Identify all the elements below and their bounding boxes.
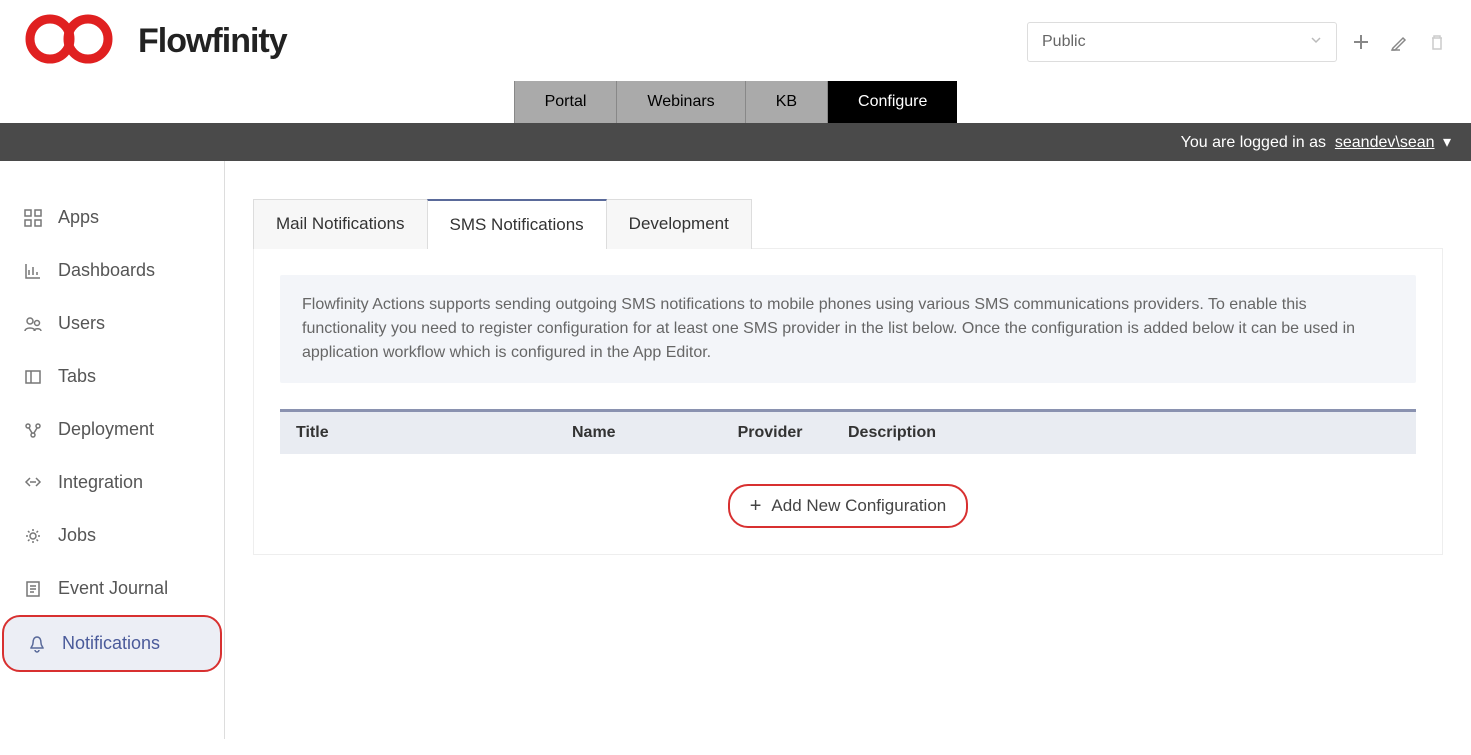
integration-icon: [24, 474, 42, 492]
tabs: Mail Notifications SMS Notifications Dev…: [253, 199, 1443, 249]
visibility-select[interactable]: Public: [1027, 22, 1337, 62]
user-menu[interactable]: seandev\sean: [1335, 134, 1435, 151]
topnav-kb[interactable]: KB: [746, 81, 828, 123]
chart-icon: [24, 262, 42, 280]
select-value: Public: [1042, 33, 1086, 51]
logo-text: Flowfinity: [138, 22, 287, 61]
sidebar-item-tabs[interactable]: Tabs: [0, 350, 224, 403]
sidebar-item-jobs[interactable]: Jobs: [0, 509, 224, 562]
sidebar-label: Dashboards: [58, 260, 155, 281]
apps-icon: [24, 209, 42, 227]
topnav-webinars[interactable]: Webinars: [617, 81, 745, 123]
tab-sms-notifications[interactable]: SMS Notifications: [427, 199, 607, 249]
users-icon: [24, 315, 42, 333]
sidebar-item-event-journal[interactable]: Event Journal: [0, 562, 224, 615]
topnav-portal[interactable]: Portal: [514, 81, 618, 123]
content: Mail Notifications SMS Notifications Dev…: [225, 161, 1471, 739]
userbar-text: You are logged in as: [1181, 134, 1326, 151]
tab-development[interactable]: Development: [606, 199, 752, 249]
sidebar-label: Event Journal: [58, 578, 168, 599]
config-table: Title Name Provider Description: [280, 409, 1416, 454]
topnav-configure[interactable]: Configure: [828, 81, 957, 123]
header: Flowfinity Public: [0, 0, 1471, 69]
delete-icon-button[interactable]: [1423, 28, 1451, 56]
chevron-down-icon: ▾: [1443, 134, 1451, 151]
sidebar-label: Notifications: [62, 633, 160, 654]
sidebar-item-dashboards[interactable]: Dashboards: [0, 244, 224, 297]
add-icon-button[interactable]: [1347, 28, 1375, 56]
table-header: Title Name Provider Description: [280, 409, 1416, 454]
add-configuration-button[interactable]: + Add New Configuration: [728, 484, 969, 528]
bell-icon: [28, 635, 46, 653]
sidebar-label: Tabs: [58, 366, 96, 387]
sidebar-item-notifications[interactable]: Notifications: [2, 615, 222, 672]
col-provider: Provider: [738, 424, 848, 442]
actions: + Add New Configuration: [280, 484, 1416, 528]
tab-mail-notifications[interactable]: Mail Notifications: [253, 199, 428, 249]
journal-icon: [24, 580, 42, 598]
edit-icon-button[interactable]: [1385, 28, 1413, 56]
col-name: Name: [572, 424, 738, 442]
sidebar-item-apps[interactable]: Apps: [0, 191, 224, 244]
plus-icon: +: [750, 496, 762, 516]
sidebar-label: Deployment: [58, 419, 154, 440]
sidebar-label: Integration: [58, 472, 143, 493]
logo-icon: [20, 14, 130, 69]
sidebar-label: Users: [58, 313, 105, 334]
gear-icon: [24, 527, 42, 545]
sidebar-label: Apps: [58, 207, 99, 228]
user-bar: You are logged in as seandev\sean ▾: [0, 123, 1471, 161]
sidebar-label: Jobs: [58, 525, 96, 546]
sidebar: Apps Dashboards Users Tabs Deployment In…: [0, 161, 225, 739]
sidebar-item-integration[interactable]: Integration: [0, 456, 224, 509]
col-description: Description: [848, 424, 1400, 442]
add-button-label: Add New Configuration: [771, 496, 946, 516]
tabs-icon: [24, 368, 42, 386]
sidebar-item-deployment[interactable]: Deployment: [0, 403, 224, 456]
panel: Flowfinity Actions supports sending outg…: [253, 248, 1443, 555]
info-box: Flowfinity Actions supports sending outg…: [280, 275, 1416, 383]
sidebar-item-users[interactable]: Users: [0, 297, 224, 350]
deployment-icon: [24, 421, 42, 439]
chevron-down-icon: [1310, 33, 1322, 51]
top-nav: Portal Webinars KB Configure: [0, 81, 1471, 123]
header-actions: Public: [1027, 22, 1451, 62]
col-title: Title: [296, 424, 572, 442]
layout: Apps Dashboards Users Tabs Deployment In…: [0, 161, 1471, 739]
logo: Flowfinity: [20, 14, 287, 69]
